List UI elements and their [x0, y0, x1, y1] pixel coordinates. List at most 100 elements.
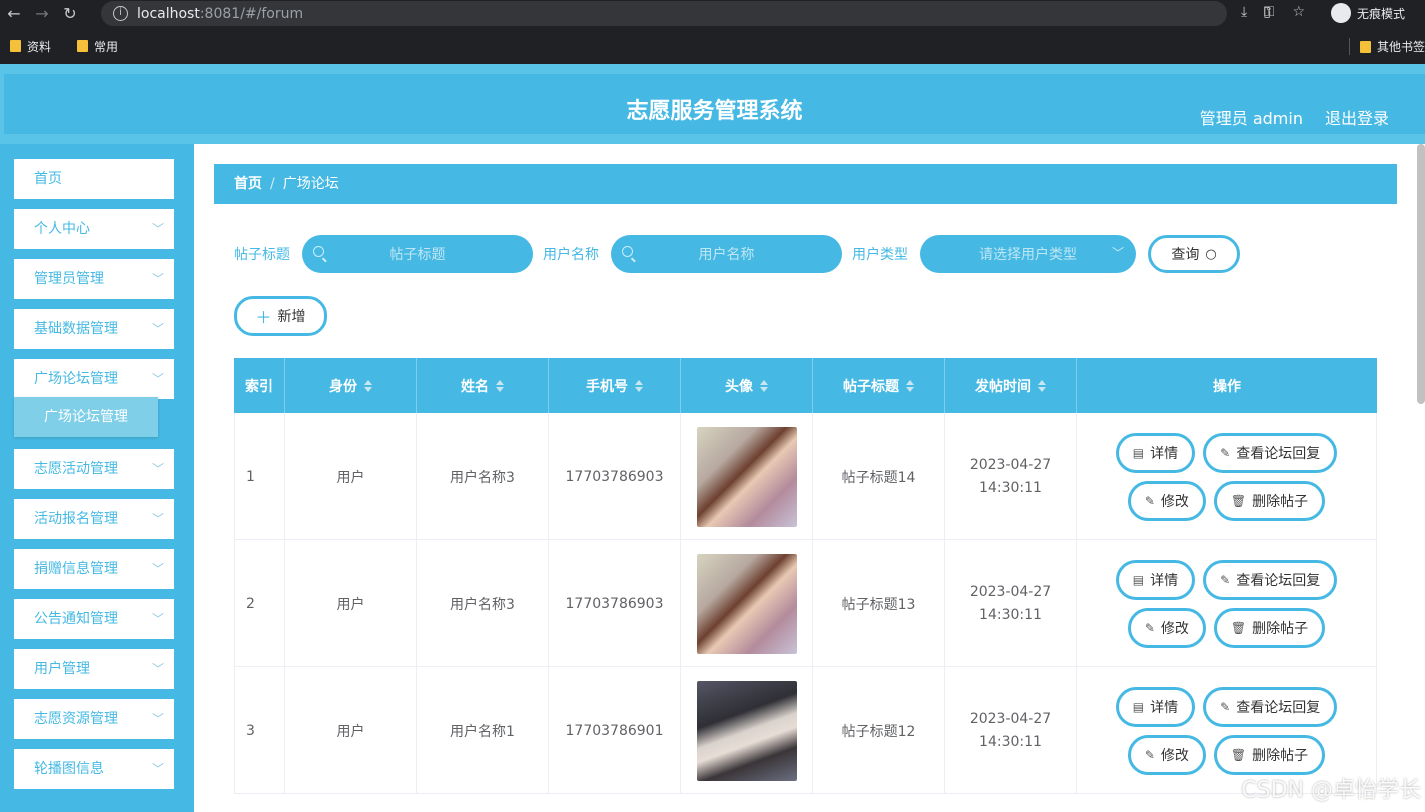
delete-button[interactable]: 🗑 删除帖子	[1213, 607, 1326, 648]
add-button[interactable]: ＋ 新增	[234, 296, 327, 336]
sidebar-item-carousel[interactable]: 轮播图信息 ﹀	[14, 749, 174, 789]
col-phone[interactable]: 手机号	[549, 358, 681, 413]
sidebar-item-forum[interactable]: 广场论坛管理 ﹀	[14, 359, 174, 399]
url-path: :8081/#/forum	[199, 5, 304, 22]
sidebar-item-users[interactable]: 用户管理 ﹀	[14, 649, 174, 689]
sidepanel-icon[interactable]: ▯	[1263, 4, 1271, 20]
sidebar-item-notices[interactable]: 公告通知管理 ﹀	[14, 599, 174, 639]
app-header: 志愿服务管理系统 管理员 admin 退出登录	[0, 64, 1425, 144]
avatar[interactable]	[696, 426, 797, 527]
reload-icon[interactable]: ↻	[56, 4, 84, 23]
incognito-icon	[1330, 3, 1351, 23]
bookmark-folder[interactable]: 资料	[10, 38, 51, 55]
col-actions: 操作	[1213, 378, 1241, 395]
col-role[interactable]: 身份	[285, 358, 417, 413]
cell-phone: 17703786903	[549, 413, 681, 540]
sort-icon[interactable]	[496, 379, 504, 392]
chevron-down-icon: ﹀	[151, 662, 164, 676]
cell-avatar	[681, 540, 813, 667]
col-avatar[interactable]: 头像	[681, 358, 813, 413]
user-type-select[interactable]: 请选择用户类型 ﹀	[920, 235, 1136, 273]
query-button[interactable]: 查询 ○	[1148, 235, 1240, 273]
address-bar[interactable]: i localhost:8081/#/forum	[101, 1, 1227, 26]
user-search-input[interactable]: 用户名称	[611, 235, 842, 273]
sidebar-item-base-data[interactable]: 基础数据管理 ﹀	[14, 309, 174, 349]
plus-icon: ＋	[255, 308, 272, 327]
breadcrumb-home[interactable]: 首页	[234, 176, 262, 192]
edit-button[interactable]: ✎ 修改	[1127, 734, 1206, 775]
bookmark-other[interactable]: 其他书签	[1348, 38, 1425, 55]
incognito-label: 无痕模式	[1356, 6, 1405, 21]
cell-role: 用户	[285, 667, 417, 794]
delete-button[interactable]: 🗑 删除帖子	[1213, 480, 1326, 521]
search-bar: 帖子标题 帖子标题 用户名称 用户名称 用户类型 请选择用户类型 ﹀ 查询 ○	[234, 234, 1240, 274]
view-replies-button[interactable]: ✎ 查看论坛回复	[1203, 432, 1338, 473]
folder-icon	[10, 40, 21, 52]
url-host: localhost	[137, 5, 200, 22]
sort-icon[interactable]	[364, 379, 372, 392]
cell-index: 1	[234, 413, 285, 540]
avatar[interactable]	[696, 553, 797, 654]
search-icon	[313, 246, 324, 257]
detail-button[interactable]: ▤ 详情	[1115, 432, 1196, 473]
edit-button[interactable]: ✎ 修改	[1127, 480, 1206, 521]
document-icon: ▤	[1132, 445, 1145, 460]
sidebar-item-activities[interactable]: 志愿活动管理 ﹀	[14, 449, 174, 489]
cell-post-time: 2023-04-27 14:30:11	[945, 540, 1077, 667]
cell-avatar	[681, 667, 813, 794]
sidebar-item-profile[interactable]: 个人中心 ﹀	[14, 209, 174, 249]
col-post-title[interactable]: 帖子标题	[813, 358, 945, 413]
cell-post-title: 帖子标题14	[813, 413, 945, 540]
cell-name: 用户名称3	[417, 413, 549, 540]
delete-button[interactable]: 🗑 删除帖子	[1213, 734, 1326, 775]
document-icon: ▤	[1132, 699, 1145, 714]
sort-icon[interactable]	[1038, 379, 1046, 392]
view-replies-button[interactable]: ✎ 查看论坛回复	[1203, 559, 1338, 600]
cell-actions: ▤ 详情 ✎ 查看论坛回复 ✎ 修改 🗑 删除帖子	[1077, 413, 1377, 540]
col-name[interactable]: 姓名	[417, 358, 549, 413]
sidebar-item-donations[interactable]: 捐赠信息管理 ﹀	[14, 549, 174, 589]
col-post-time[interactable]: 发帖时间	[945, 358, 1077, 413]
chevron-down-icon: ﹀	[151, 712, 164, 726]
back-icon[interactable]: ←	[0, 4, 28, 23]
sidebar-item-home[interactable]: 首页	[14, 159, 174, 199]
cell-index: 3	[234, 667, 285, 794]
sidebar-item-registrations[interactable]: 活动报名管理 ﹀	[14, 499, 174, 539]
cell-actions: ▤ 详情 ✎ 查看论坛回复 ✎ 修改 🗑 删除帖子	[1077, 540, 1377, 667]
forward-icon[interactable]: →	[28, 4, 56, 23]
detail-button[interactable]: ▤ 详情	[1115, 559, 1196, 600]
sort-icon[interactable]	[635, 379, 643, 392]
cell-role: 用户	[285, 413, 417, 540]
sort-icon[interactable]	[906, 379, 914, 392]
site-info-icon[interactable]: i	[113, 6, 128, 21]
title-search-input[interactable]: 帖子标题	[302, 235, 533, 273]
logout-button[interactable]: 退出登录	[1325, 105, 1389, 129]
pencil-icon: ✎	[1220, 572, 1231, 587]
edit-button[interactable]: ✎ 修改	[1127, 607, 1206, 648]
sort-icon[interactable]	[760, 379, 768, 392]
chevron-down-icon: ﹀	[151, 272, 164, 286]
incognito-indicator[interactable]: 无痕模式	[1330, 3, 1405, 23]
sidebar-subitem-forum-active[interactable]: 广场论坛管理	[14, 397, 158, 437]
cell-post-time: 2023-04-27 14:30:11	[945, 413, 1077, 540]
folder-icon	[77, 40, 89, 52]
pencil-icon: ✎	[1144, 747, 1155, 762]
view-replies-button[interactable]: ✎ 查看论坛回复	[1203, 686, 1338, 727]
chevron-down-icon: ﹀	[151, 762, 164, 776]
main-content: 首页 / 广场论坛 帖子标题 帖子标题 用户名称 用户名称 用户类型 请选择用户类型…	[194, 144, 1425, 812]
download-icon[interactable]: ⤓	[1241, 4, 1247, 20]
detail-button[interactable]: ▤ 详情	[1115, 686, 1196, 727]
pencil-icon: ✎	[1144, 620, 1155, 635]
bookmark-folder[interactable]: 常用	[77, 38, 118, 55]
pencil-icon: ✎	[1220, 445, 1231, 460]
sidebar-item-admins[interactable]: 管理员管理 ﹀	[14, 259, 174, 299]
table-row: 2 用户 用户名称3 17703786903 帖子标题13 2023-04-27…	[234, 540, 1377, 667]
page-scrollbar[interactable]	[1417, 144, 1425, 404]
search-icon	[622, 246, 633, 257]
cell-post-title: 帖子标题12	[813, 667, 945, 794]
avatar[interactable]	[696, 680, 797, 781]
chevron-down-icon: ﹀	[151, 462, 164, 476]
sidebar-item-resources[interactable]: 志愿资源管理 ﹀	[14, 699, 174, 739]
folder-icon	[1359, 40, 1371, 53]
breadcrumb: 首页 / 广场论坛	[214, 164, 1397, 204]
